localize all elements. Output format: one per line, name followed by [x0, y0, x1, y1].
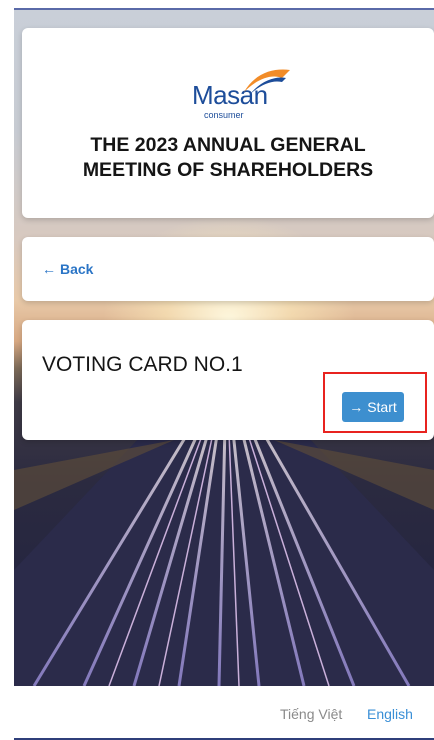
back-card: ← Back	[22, 237, 434, 301]
language-vietnamese-link[interactable]: Tiếng Việt	[280, 706, 342, 722]
meeting-header-card: Masan consumer THE 2023 ANNUAL GENERAL M…	[22, 28, 434, 218]
masan-consumer-logo: Masan consumer	[172, 66, 302, 120]
language-switcher: Tiếng Việt English	[0, 700, 434, 730]
meeting-title: THE 2023 ANNUAL GENERAL MEETING OF SHARE…	[82, 134, 374, 181]
logo-subtitle: consumer	[204, 110, 244, 120]
voting-card-title: VOTING CARD NO.1	[42, 353, 243, 376]
arrow-left-icon: ←	[42, 261, 56, 277]
back-link[interactable]: ← Back	[42, 261, 93, 277]
language-english-link[interactable]: English	[367, 706, 413, 722]
back-label: Back	[60, 261, 94, 277]
start-button-highlight	[323, 372, 427, 433]
logo-swoosh-icon	[244, 69, 290, 94]
